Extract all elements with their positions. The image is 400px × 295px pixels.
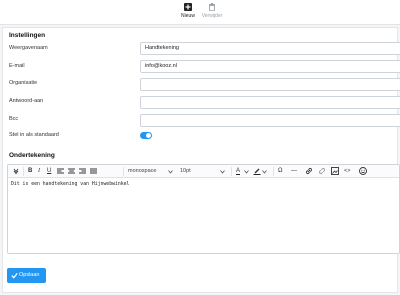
new-label: Nieuw [181, 13, 195, 19]
save-button[interactable]: Opslaan [7, 268, 46, 283]
delete-label: Verwijder [201, 13, 223, 19]
identity-settings-panel: Instellingen Weergavenaam Handtekening E… [2, 27, 400, 293]
reply-to-label: Antwoord-aan [9, 98, 44, 104]
font-family-select[interactable]: monospace [128, 168, 156, 175]
bcc-label: Bcc [9, 116, 19, 122]
align-center-icon[interactable] [68, 168, 75, 175]
horizontal-line-icon[interactable]: — [291, 168, 297, 175]
email-label: E-mail [9, 63, 25, 69]
editor-toolbar: B I U monospace 10pt A Ω — <> [8, 165, 399, 178]
plus-square-icon [184, 3, 192, 11]
unlink-icon[interactable] [318, 167, 326, 175]
default-label: Stel in als standaard [9, 132, 59, 138]
image-icon[interactable] [331, 167, 339, 175]
bcc-input[interactable] [140, 114, 400, 127]
align-right-icon[interactable] [79, 168, 86, 175]
reply-to-input[interactable] [140, 96, 400, 109]
toolbar-separator [231, 167, 232, 176]
sender-name-input[interactable]: Handtekening [140, 42, 400, 55]
sender-name-label: Weergavenaam [9, 45, 48, 51]
align-justify-icon[interactable] [90, 168, 97, 175]
special-character-icon[interactable]: Ω [278, 168, 283, 175]
font-size-select[interactable]: 10pt [180, 168, 191, 175]
toolbar-separator [23, 167, 24, 176]
chevron-down-icon [168, 170, 173, 174]
default-toggle[interactable] [140, 132, 152, 139]
delete-button[interactable]: Verwijder [199, 3, 225, 19]
email-input[interactable]: info@kooz.nl [140, 60, 400, 73]
chevron-down-icon [220, 170, 225, 174]
emoji-icon[interactable] [359, 167, 367, 175]
align-left-icon[interactable] [57, 168, 64, 175]
chevron-down-icon [244, 170, 249, 174]
link-icon[interactable] [305, 167, 313, 175]
source-code-icon[interactable]: <> [344, 168, 350, 175]
italic-icon[interactable]: I [38, 168, 40, 175]
new-button[interactable]: Nieuw [175, 3, 201, 19]
save-label: Opslaan [19, 272, 40, 278]
signature-editor: B I U monospace 10pt A Ω — <> Dit is een… [7, 164, 400, 254]
signature-content[interactable]: Dit is een handtekening van Hijnwebwinke… [11, 182, 129, 187]
chevron-down-icon [262, 170, 267, 174]
top-toolbar: Nieuw Verwijder [0, 0, 400, 25]
toolbar-separator [273, 167, 274, 176]
organization-label: Organisatie [9, 80, 38, 86]
underline-icon[interactable]: U [47, 168, 51, 175]
text-color-icon[interactable]: A [236, 168, 241, 175]
highlight-color-icon[interactable] [253, 167, 261, 175]
trash-icon [209, 3, 215, 11]
settings-heading: Instellingen [9, 32, 46, 39]
toggle-toolbar-icon[interactable] [12, 167, 20, 175]
toolbar-separator [123, 167, 124, 176]
signature-heading: Ondertekening [9, 152, 55, 159]
checkmark-icon [11, 272, 18, 279]
bold-icon[interactable]: B [28, 168, 32, 175]
organization-input[interactable] [140, 78, 400, 91]
